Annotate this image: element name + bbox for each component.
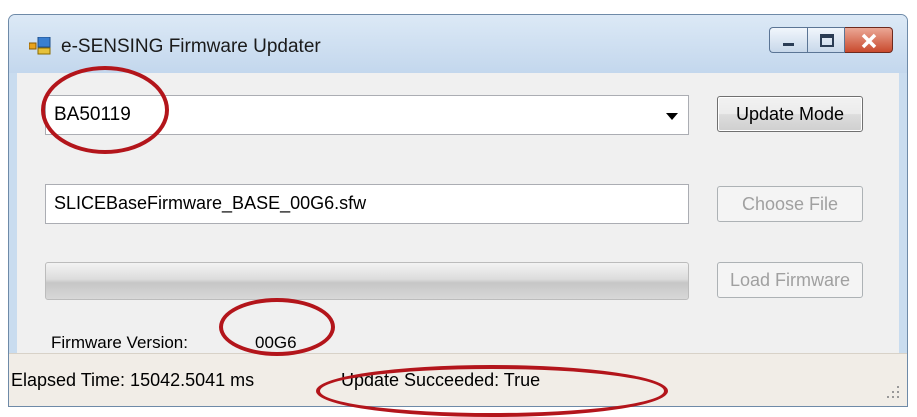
firmware-file-field[interactable]: SLICEBaseFirmware_BASE_00G6.sfw: [45, 184, 689, 224]
device-select-value: BA50119: [54, 104, 131, 125]
load-firmware-button[interactable]: Load Firmware: [717, 262, 863, 298]
window-controls: [769, 27, 893, 55]
window-title: e-SENSING Firmware Updater: [61, 36, 321, 57]
app-window: e-SENSING Firmware Updater BA50119 Updat…: [8, 14, 908, 407]
minimize-icon[interactable]: [769, 27, 807, 53]
client-area: BA50119 Update Mode SLICEBaseFirmware_BA…: [17, 73, 899, 354]
update-mode-button[interactable]: Update Mode: [717, 96, 863, 132]
firmware-version-label: Firmware Version:: [51, 333, 188, 352]
status-bar: Elapsed Time: 15042.5041 ms Update Succe…: [9, 353, 907, 406]
resize-grip-icon[interactable]: [887, 386, 901, 400]
firmware-file-value: SLICEBaseFirmware_BASE_00G6.sfw: [54, 193, 367, 213]
title-bar[interactable]: e-SENSING Firmware Updater: [9, 15, 907, 73]
progress-bar: [45, 262, 689, 300]
device-select[interactable]: BA50119: [45, 95, 689, 135]
maximize-icon[interactable]: [807, 27, 845, 53]
update-status: Update Succeeded: True: [341, 370, 541, 390]
elapsed-time-status: Elapsed Time: 15042.5041 ms: [11, 370, 255, 390]
choose-file-button[interactable]: Choose File: [717, 186, 863, 222]
app-window-icon: [29, 37, 51, 55]
firmware-version-value: 00G6: [255, 333, 297, 352]
chevron-down-icon[interactable]: [666, 113, 678, 120]
close-icon[interactable]: [845, 27, 893, 53]
